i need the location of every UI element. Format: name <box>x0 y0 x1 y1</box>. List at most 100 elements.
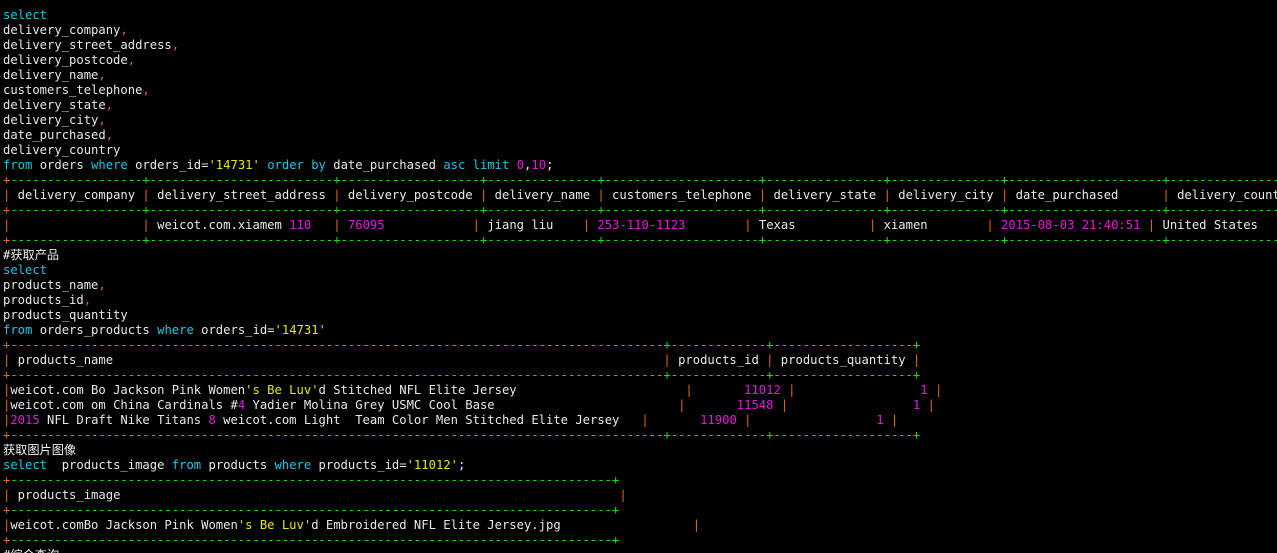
terminal-line-sql: products_quantity <box>3 308 1277 323</box>
text-span-default: weicot.comBo Jackson Pink Women <box>10 518 238 532</box>
text-span-default: delivery_city <box>890 188 1001 202</box>
text-span-default: products_name <box>10 353 664 367</box>
terminal-line-table-rule: +---------------------------------------… <box>3 428 1277 443</box>
text-span-default: delivery_state <box>3 98 106 112</box>
text-span-punct: | <box>663 353 671 367</box>
terminal-line-sql: from orders where orders_id='14731' orde… <box>3 158 1277 173</box>
terminal-line-sql: delivery_city, <box>3 113 1277 128</box>
terminal-window[interactable]: select delivery_company, delivery_street_a… <box>0 0 1277 553</box>
text-span-punct: | <box>333 188 341 202</box>
text-span-default: delivery_postcode <box>340 188 480 202</box>
text-span-default: products_name <box>3 278 99 292</box>
text-span-border: ----------------------------------------… <box>10 473 620 487</box>
text-span-punct: | <box>744 218 752 232</box>
text-span-default: customers_telephone <box>3 83 143 97</box>
text-span-default <box>685 218 744 232</box>
text-span-default: products_id= <box>311 458 407 472</box>
text-span-default: delivery_street_address <box>3 38 172 52</box>
text-span-border: ----------------------------------------… <box>10 503 620 517</box>
text-span-num: 8 <box>208 413 216 427</box>
text-span-str: '14731' <box>274 323 326 337</box>
terminal-line-table-header: | delivery_company | delivery_street_add… <box>3 188 1277 203</box>
text-span-num: 11012 <box>744 383 781 397</box>
terminal-line-sql: customers_telephone, <box>3 83 1277 98</box>
terminal-line-table-rule: +---------------------------------------… <box>3 473 1277 488</box>
text-span-default: delivery_country <box>1177 188 1277 202</box>
text-span-default: products_id <box>670 353 767 367</box>
text-span-default <box>311 218 333 232</box>
text-span-default <box>465 158 472 172</box>
terminal-line-sql: products_id, <box>3 293 1277 308</box>
text-span-default <box>385 218 473 232</box>
text-span-default <box>649 413 700 427</box>
terminal-line-table-rule: +---------------------------------------… <box>3 533 1277 548</box>
terminal-line-table-row: | weicot.com Bo Jackson Pink Women's Be L… <box>3 383 1277 398</box>
text-span-border: ------------------+---------------------… <box>10 173 1277 187</box>
text-span-default <box>796 383 921 397</box>
text-span-punct: | <box>1162 188 1170 202</box>
terminal-line-sql: select <box>3 263 1277 278</box>
text-span-punct: , <box>98 68 106 82</box>
terminal-line-sql: select products_image from products wher… <box>3 458 1277 473</box>
text-span-kw: order <box>267 158 304 172</box>
text-span-default: products <box>201 458 275 472</box>
text-span-num: 76095 <box>347 218 385 232</box>
text-span-comment: 获取图片图像 <box>3 443 77 457</box>
text-span-default: products_quantity <box>3 308 128 322</box>
text-span-num: 11548 <box>736 398 774 412</box>
text-span-num: 110 <box>289 218 312 232</box>
text-span-punct: , <box>98 113 106 127</box>
text-span-default: products_quantity <box>773 353 913 367</box>
text-span-default <box>1140 218 1147 232</box>
text-span-punct: | <box>333 218 341 232</box>
text-span-default <box>341 218 348 232</box>
text-span-num: 2015-08-03 21:40:51 <box>1001 218 1141 232</box>
terminal-line-sql: select <box>3 8 1277 23</box>
terminal-line-sql: delivery_name, <box>3 68 1277 83</box>
terminal-line-table-rule: +---------------------------------------… <box>3 338 1277 353</box>
text-span-default: d Embroidered NFL Elite Jersey.jpg <box>311 518 693 532</box>
text-span-punct: | <box>934 383 943 397</box>
terminal-line-sql: products_name, <box>3 278 1277 293</box>
text-span-default: jiang liu <box>480 218 583 232</box>
text-span-default: orders <box>32 158 92 172</box>
text-span-punct: | <box>142 218 150 232</box>
text-span-kw: where <box>91 158 128 172</box>
text-span-default: xiamen <box>876 218 987 232</box>
text-span-num: 1 <box>876 413 884 427</box>
text-span-kw: where <box>274 458 312 472</box>
text-span-default: products_image <box>47 458 172 472</box>
text-span-default: weicot.com Bo Jackson Pink Women <box>10 383 246 397</box>
text-span-punct: | <box>692 518 701 532</box>
text-span-punct: , <box>83 293 92 307</box>
text-span-num: 10 <box>531 158 547 172</box>
text-span-punct: | <box>927 398 935 412</box>
text-span-default: # <box>230 398 238 412</box>
text-span-border: ------------------+---------------------… <box>10 203 1277 217</box>
terminal-line-comment: 获取图片图像 <box>3 443 1277 458</box>
terminal-line-sql: date_purchased, <box>3 128 1277 143</box>
text-span-str: '11012' <box>406 458 458 472</box>
text-span-punct: | <box>890 413 899 427</box>
text-span-punct: , <box>127 53 136 67</box>
text-span-default: delivery_country <box>3 143 121 157</box>
text-span-default <box>773 398 780 412</box>
terminal-line-table-rule: +------------------+--------------------… <box>3 203 1277 218</box>
terminal-line-table-row: | | weicot.com.xiamem 110 | 76095 | jian… <box>3 218 1277 233</box>
text-span-default: delivery_postcode <box>3 53 128 67</box>
text-span-default: date_purchased <box>325 158 444 172</box>
text-span-punct: , <box>105 98 114 112</box>
text-span-default: orders_id= <box>193 323 275 337</box>
text-span-default <box>788 398 913 412</box>
text-span-kw: asc <box>443 158 466 172</box>
text-span-punct: | <box>142 188 150 202</box>
terminal-line-table-rule: +------------------+--------------------… <box>3 173 1277 188</box>
text-span-num: 253-110-1123 <box>597 218 686 232</box>
text-span-num: 0 <box>516 158 525 172</box>
terminal-line-comment: #综合查询 <box>3 548 1277 553</box>
text-span-num: 2015 <box>10 413 40 427</box>
text-span-str: 's Be Luv' <box>245 383 319 397</box>
terminal-line-sql: delivery_state, <box>3 98 1277 113</box>
terminal-line-table-row: | weicot.comBo Jackson Pink Women's Be Lu… <box>3 518 1277 533</box>
text-span-default: orders_products <box>32 323 158 337</box>
